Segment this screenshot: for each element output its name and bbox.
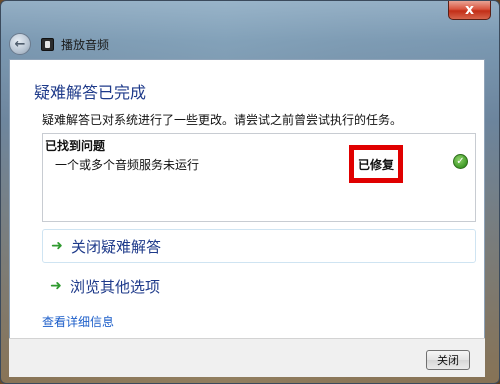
page-heading: 疑难解答已完成 — [34, 83, 147, 102]
back-button[interactable]: ← — [9, 33, 31, 55]
page-description: 疑难解答已对系统进行了一些更改。请尝试之前曾尝试执行的任务。 — [42, 113, 403, 127]
status-highlight-box: 已修复 — [349, 145, 403, 183]
window-close-button[interactable]: x — [448, 1, 491, 20]
issue-status: 已修复 — [357, 157, 394, 172]
issues-panel-heading: 已找到问题 — [45, 139, 106, 153]
close-icon: x — [464, 2, 475, 18]
option-explore-other[interactable]: ➜ 浏览其他选项 — [42, 269, 476, 303]
option-label: 浏览其他选项 — [70, 277, 161, 296]
issue-item: 一个或多个音频服务未运行 — [55, 158, 200, 172]
view-details-link[interactable]: 查看详细信息 — [42, 313, 114, 330]
option-close-troubleshooter[interactable]: ➜ 关闭疑难解答 — [42, 229, 476, 263]
troubleshooter-window: x ← 播放音频 疑难解答已完成 疑难解答已对系统进行了一些更改。请尝试之前曾尝… — [0, 0, 500, 384]
check-icon: ✓ — [453, 154, 468, 169]
close-button[interactable]: 关闭 — [426, 350, 470, 370]
audio-app-icon — [41, 37, 54, 51]
footer-bar — [9, 338, 485, 377]
window-title: 播放音频 — [61, 37, 110, 52]
green-arrow-icon: ➜ — [50, 278, 62, 294]
green-arrow-icon: ➜ — [51, 238, 63, 254]
title-bar: ← 播放音频 — [9, 31, 469, 57]
issues-panel: 已找到问题 一个或多个音频服务未运行 已修复 ✓ — [42, 133, 476, 222]
option-label: 关闭疑难解答 — [71, 237, 162, 256]
back-arrow-icon: ← — [14, 36, 26, 52]
